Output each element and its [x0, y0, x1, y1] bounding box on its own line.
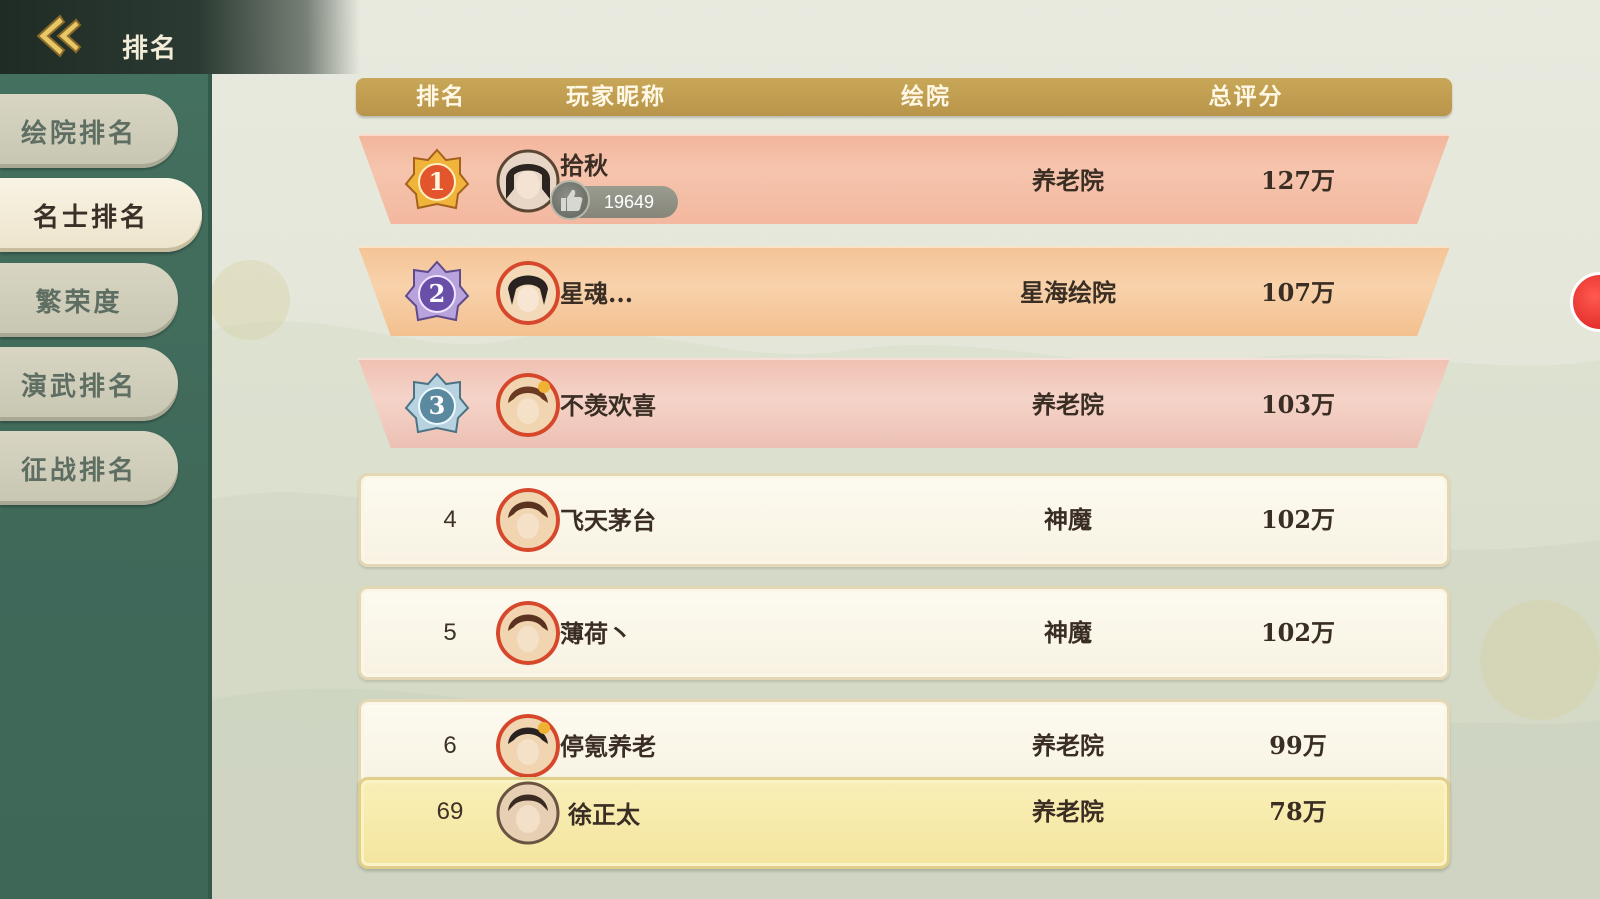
avatar[interactable]	[496, 781, 560, 845]
player-academy: 养老院	[1032, 390, 1104, 419]
sidebar-item-academy-ranking[interactable]: 绘院排名	[0, 94, 178, 168]
player-academy: 养老院	[1032, 797, 1104, 826]
column-header-rank: 排名	[416, 83, 466, 110]
table-header: 排名 玩家昵称 绘院 总评分	[356, 78, 1452, 116]
player-score: 102万	[1260, 505, 1336, 534]
player-score: 78万	[1269, 797, 1327, 826]
like-count-value: 19649	[604, 192, 655, 212]
sidebar-item-label: 绘院排名	[20, 118, 137, 149]
column-header-score: 总评分	[1208, 83, 1284, 110]
purple-medal-icon: 2	[404, 260, 470, 322]
back-button[interactable]	[30, 10, 90, 62]
column-header-academy: 绘院	[901, 83, 951, 110]
page-title: 排名	[122, 34, 179, 64]
event-float-button[interactable]	[1570, 272, 1600, 332]
sidebar-item-prosperity[interactable]: 繁荣度	[0, 263, 178, 337]
sidebar-item-label: 演武排名	[20, 371, 137, 402]
player-rank: 69	[436, 798, 464, 825]
sidebar-item-label: 征战排名	[20, 455, 137, 486]
top-bar: 排名	[0, 0, 360, 74]
player-rank: 5	[443, 619, 457, 646]
player-academy: 神魔	[1044, 618, 1092, 647]
player-nickname: 薄荷丶	[560, 619, 632, 648]
avatar[interactable]	[496, 714, 560, 778]
player-nickname: 不羡欢喜	[560, 391, 656, 420]
blue-medal-icon: 3	[404, 372, 470, 434]
avatar[interactable]	[496, 261, 560, 325]
sidebar-item-label: 名士排名	[32, 202, 149, 233]
sidebar-item-celebrity-ranking[interactable]: 名士排名	[0, 178, 202, 252]
player-rank: 4	[443, 506, 457, 533]
player-nickname: 徐正太	[568, 800, 640, 829]
player-score: 102万	[1260, 618, 1336, 647]
thumbs-up-icon	[561, 189, 583, 211]
avatar[interactable]	[496, 373, 560, 437]
column-header-nickname: 玩家昵称	[566, 83, 666, 110]
svg-text:1: 1	[429, 167, 446, 196]
back-arrow-icon	[36, 14, 82, 58]
player-academy: 星海绘院	[1020, 278, 1116, 307]
table-row[interactable]: 5 薄荷丶 神魔 102万	[358, 586, 1450, 680]
avatar[interactable]	[496, 601, 560, 665]
gold-medal-icon: 1	[404, 148, 470, 210]
player-score: 107万	[1260, 278, 1336, 307]
table-row[interactable]: 1 拾秋 19649 养老院 127万	[358, 134, 1450, 224]
player-score: 127万	[1260, 166, 1336, 195]
player-nickname: 拾秋	[560, 151, 608, 180]
table-row[interactable]: 4 飞天茅台 神魔 102万	[358, 473, 1450, 567]
player-academy: 神魔	[1044, 505, 1092, 534]
player-nickname: 停氪养老	[560, 732, 656, 761]
sidebar-item-campaign-ranking[interactable]: 征战排名	[0, 431, 178, 505]
player-score: 103万	[1260, 390, 1336, 419]
sidebar: 绘院排名 名士排名 繁荣度 演武排名 征战排名	[0, 74, 212, 899]
player-nickname: 星魂...	[560, 279, 634, 308]
player-nickname: 飞天茅台	[560, 506, 656, 535]
like-button[interactable]	[550, 180, 590, 220]
player-academy: 养老院	[1032, 166, 1104, 195]
avatar[interactable]	[496, 488, 560, 552]
table-row[interactable]: 2 星魂... 星海绘院 107万	[358, 246, 1450, 336]
sidebar-item-martial-ranking[interactable]: 演武排名	[0, 347, 178, 421]
svg-text:2: 2	[429, 279, 446, 308]
table-row[interactable]: 3 不羡欢喜 养老院 103万	[358, 358, 1450, 448]
my-rank-row[interactable]: 69 徐正太 养老院 78万	[358, 777, 1450, 869]
svg-text:3: 3	[429, 391, 446, 420]
sidebar-item-label: 繁荣度	[35, 287, 123, 318]
